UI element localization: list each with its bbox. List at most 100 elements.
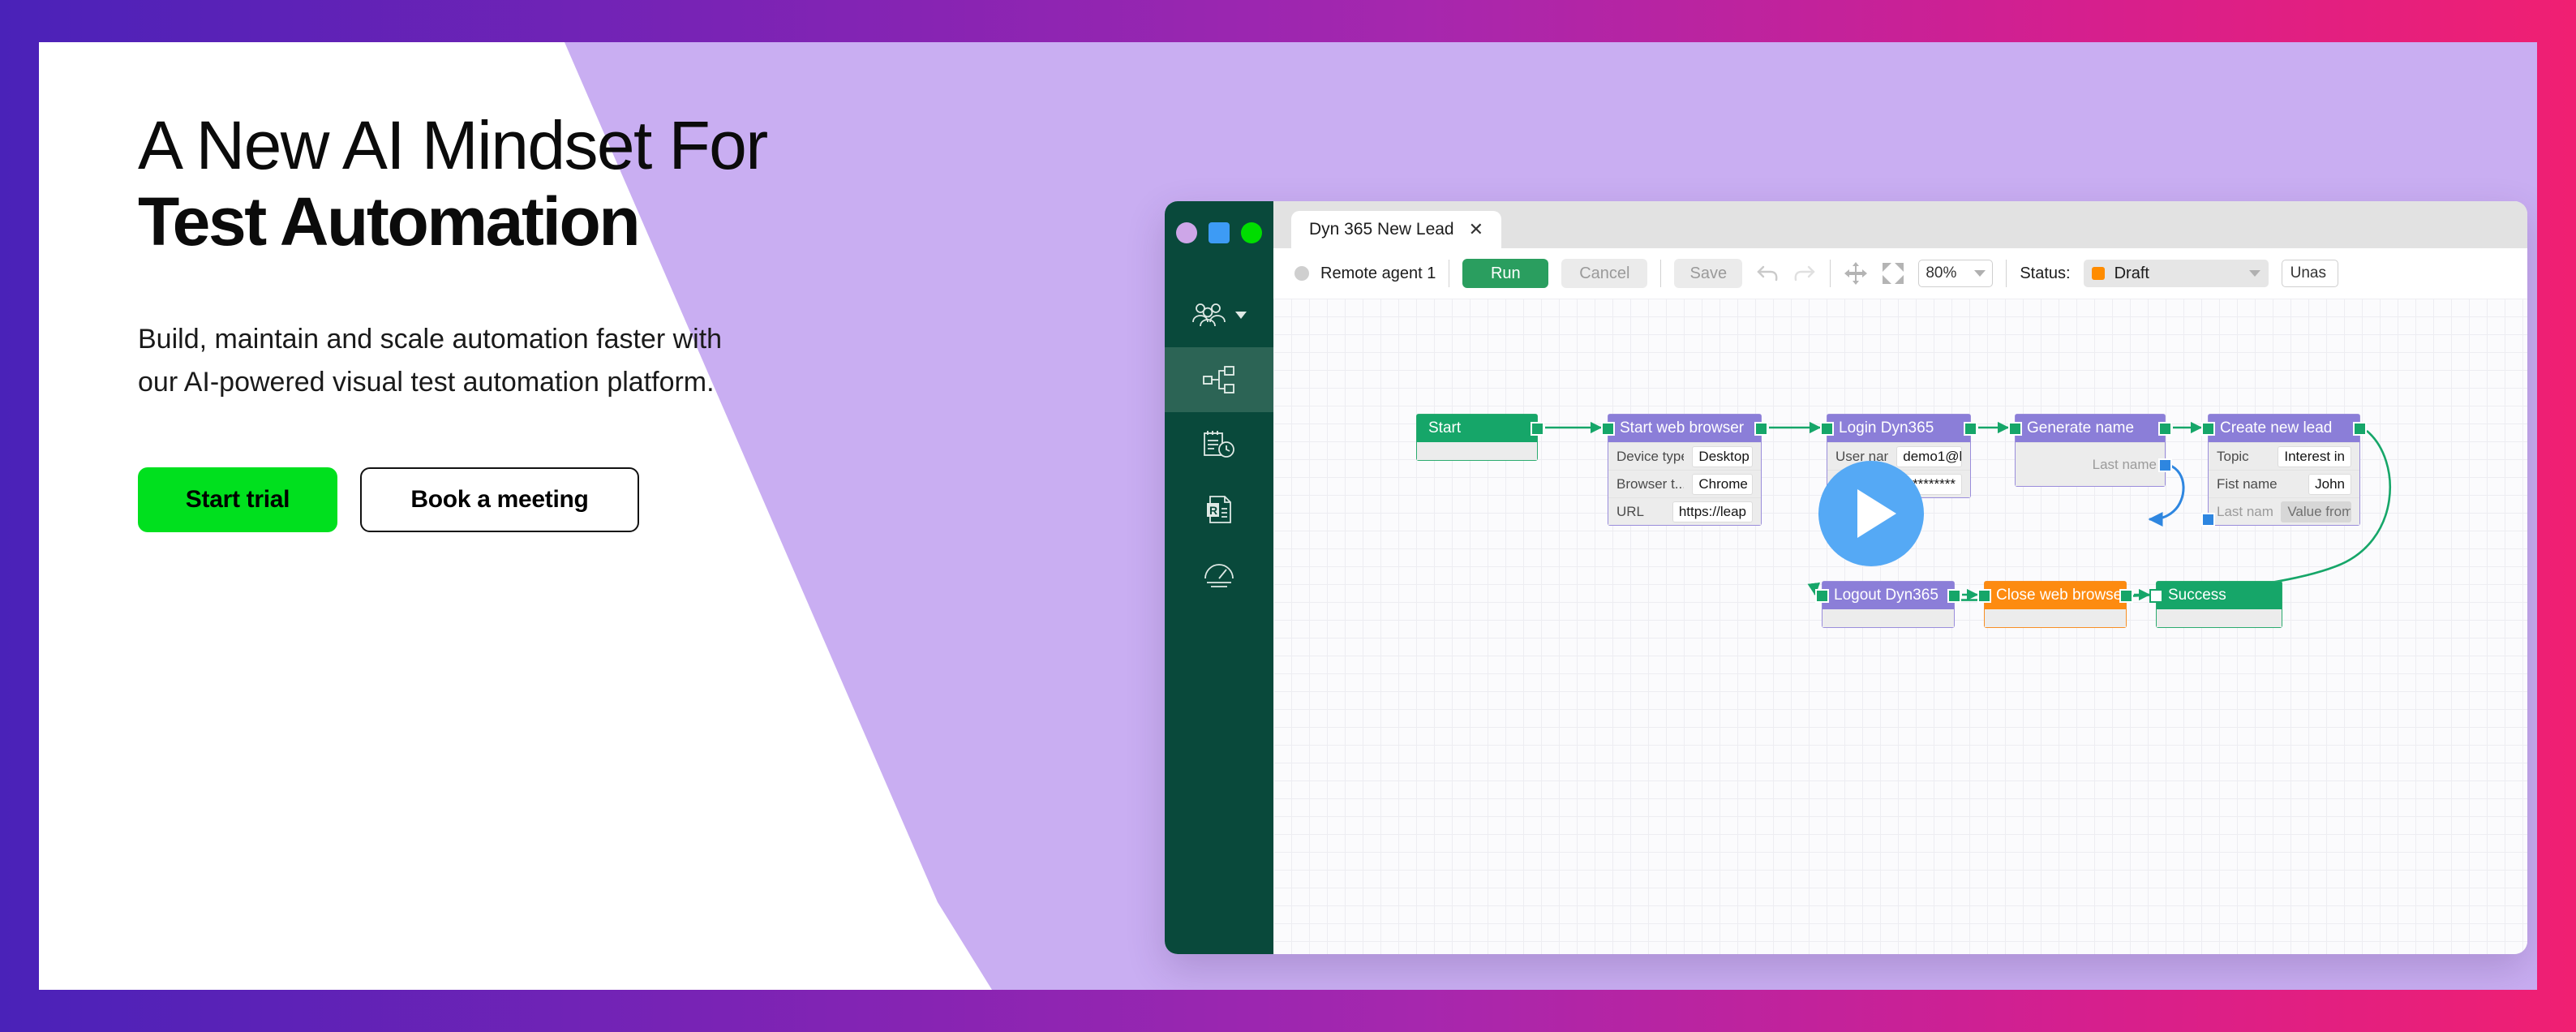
output-port[interactable] bbox=[1754, 422, 1768, 436]
team-icon bbox=[1192, 303, 1226, 327]
assignee-select[interactable]: Unas bbox=[2281, 260, 2338, 287]
data-input-port[interactable] bbox=[2201, 513, 2215, 527]
property-value[interactable]: demo1@le bbox=[1896, 445, 1962, 467]
traffic-light-green-icon[interactable] bbox=[1241, 222, 1262, 243]
sidebar-item-flow[interactable] bbox=[1165, 347, 1273, 412]
property-label: Fist name bbox=[2217, 475, 2278, 492]
input-port[interactable] bbox=[2149, 589, 2163, 603]
property-row[interactable]: Fist name John bbox=[2209, 470, 2359, 497]
property-label: Last name bbox=[2217, 503, 2273, 519]
flow-node-create-new-lead[interactable]: Create new lead Topic Interest in Fist n… bbox=[2201, 414, 2367, 527]
app-main-panel: Dyn 365 New Lead ✕ Remote agent 1 Run Ca… bbox=[1273, 201, 2527, 954]
save-button[interactable]: Save bbox=[1674, 259, 1743, 288]
hero-subheading: Build, maintain and scale automation fas… bbox=[138, 318, 868, 403]
tab-dyn-365-new-lead[interactable]: Dyn 365 New Lead ✕ bbox=[1291, 211, 1502, 248]
tab-label: Dyn 365 New Lead bbox=[1309, 220, 1454, 239]
output-port[interactable] bbox=[2353, 422, 2367, 436]
app-window: R Dyn 365 New Lead ✕ Remote agent 1 Run … bbox=[1165, 201, 2527, 954]
close-icon[interactable]: ✕ bbox=[1469, 221, 1483, 239]
run-button[interactable]: Run bbox=[1462, 259, 1549, 288]
input-port[interactable] bbox=[1815, 589, 1829, 603]
hero-card: A New AI Mindset For Test Automation Bui… bbox=[39, 42, 2537, 990]
sidebar-item-dashboard[interactable] bbox=[1165, 542, 1273, 607]
property-row[interactable]: Browser t... Chrome bbox=[1608, 470, 1761, 497]
cta-row: Start trial Book a meeting bbox=[138, 467, 1095, 532]
property-value[interactable]: https://leap bbox=[1672, 501, 1753, 522]
node-title: Start web browser bbox=[1608, 415, 1761, 442]
pan-icon[interactable] bbox=[1844, 261, 1868, 286]
output-port[interactable] bbox=[2158, 422, 2172, 436]
node-body: Last name bbox=[2016, 442, 2165, 486]
node-title: Login Dyn365 bbox=[1827, 415, 1970, 442]
status-select[interactable]: Draft bbox=[2083, 260, 2269, 287]
status-label: Status: bbox=[2020, 264, 2071, 282]
sidebar-item-team[interactable] bbox=[1165, 282, 1273, 347]
node-title: Generate name bbox=[2016, 415, 2165, 442]
play-video-button[interactable] bbox=[1818, 461, 1924, 566]
traffic-light-purple-icon[interactable] bbox=[1176, 222, 1197, 243]
property-value: Value from bbox=[2281, 501, 2351, 522]
flow-node-start[interactable]: Start bbox=[1416, 414, 1544, 461]
flow-node-logout-dyn365[interactable]: Logout Dyn365 bbox=[1815, 581, 1961, 628]
zoom-level-select[interactable]: 80% bbox=[1918, 260, 1994, 287]
sidebar-item-schedule[interactable] bbox=[1165, 412, 1273, 477]
input-port[interactable] bbox=[1820, 422, 1834, 436]
traffic-light-blue-icon[interactable] bbox=[1209, 222, 1230, 243]
app-sidebar: R bbox=[1165, 201, 1273, 954]
flow-node-generate-name[interactable]: Generate name Last name bbox=[2008, 414, 2172, 487]
node-body bbox=[1823, 609, 1954, 627]
node-title: Start bbox=[1417, 415, 1537, 442]
data-output-port[interactable] bbox=[2158, 458, 2172, 472]
node-body bbox=[1417, 442, 1537, 460]
redo-icon[interactable] bbox=[1792, 263, 1817, 284]
property-label: Device type bbox=[1616, 448, 1685, 464]
report-document-icon: R bbox=[1207, 496, 1231, 523]
node-body bbox=[1985, 609, 2126, 627]
input-port[interactable] bbox=[1977, 589, 1991, 603]
fit-to-screen-icon[interactable] bbox=[1881, 261, 1905, 286]
flow-node-start-web-browser[interactable]: Start web browser Device type Desktop Br… bbox=[1601, 414, 1768, 526]
book-a-meeting-button[interactable]: Book a meeting bbox=[360, 467, 639, 532]
property-label: URL bbox=[1616, 503, 1645, 519]
property-row[interactable]: Last name Value from bbox=[2209, 497, 2359, 525]
schedule-clock-icon bbox=[1204, 431, 1234, 458]
flow-node-close-web-browser[interactable]: Close web browser bbox=[1977, 581, 2133, 628]
status-select-value-group: Draft bbox=[2091, 264, 2149, 283]
input-port[interactable] bbox=[2201, 422, 2215, 436]
chevron-down-icon bbox=[2248, 270, 2260, 277]
property-value[interactable]: Chrome bbox=[1692, 473, 1753, 495]
output-port[interactable] bbox=[1947, 589, 1961, 603]
flow-node-success[interactable]: Success bbox=[2149, 581, 2282, 628]
sidebar-item-reports[interactable]: R bbox=[1165, 477, 1273, 542]
start-trial-button[interactable]: Start trial bbox=[138, 467, 337, 532]
output-port[interactable] bbox=[2119, 589, 2133, 603]
cancel-button[interactable]: Cancel bbox=[1561, 259, 1648, 288]
input-port[interactable] bbox=[1601, 422, 1615, 436]
property-row[interactable]: Last name bbox=[2016, 442, 2165, 486]
node-title: Success bbox=[2157, 582, 2282, 609]
input-port[interactable] bbox=[2008, 422, 2022, 436]
undo-icon[interactable] bbox=[1755, 263, 1780, 284]
headline-line-1: A New AI Mindset For bbox=[138, 107, 768, 183]
property-value[interactable]: Interest in bbox=[2278, 445, 2351, 467]
chevron-down-icon bbox=[1974, 270, 1986, 277]
status-value: Draft bbox=[2114, 264, 2149, 282]
flowchart-icon bbox=[1203, 366, 1234, 393]
property-value[interactable]: Desktop bbox=[1692, 445, 1753, 467]
toolbar-divider bbox=[1660, 260, 1662, 287]
subhead-line-1: Build, maintain and scale automation fas… bbox=[138, 324, 723, 355]
page-title: A New AI Mindset For Test Automation bbox=[138, 107, 1095, 260]
node-title: Logout Dyn365 bbox=[1823, 582, 1954, 609]
output-port[interactable] bbox=[1964, 422, 1977, 436]
property-row[interactable]: URL https://leap bbox=[1608, 497, 1761, 525]
property-value[interactable]: John bbox=[2308, 473, 2351, 495]
property-row[interactable]: Topic Interest in bbox=[2209, 442, 2359, 470]
remote-agent-selector[interactable]: Remote agent 1 bbox=[1288, 264, 1436, 283]
flow-canvas[interactable]: Start Start web browser Device type Desk… bbox=[1273, 299, 2527, 954]
node-body: Topic Interest in Fist name John Last na… bbox=[2209, 442, 2359, 525]
toolbar: Remote agent 1 Run Cancel Save 80% Statu… bbox=[1273, 248, 2527, 299]
output-port[interactable] bbox=[1531, 422, 1544, 436]
output-property-label: Last name bbox=[2092, 456, 2157, 472]
property-row[interactable]: Device type Desktop bbox=[1608, 442, 1761, 470]
gauge-icon bbox=[1204, 564, 1234, 587]
